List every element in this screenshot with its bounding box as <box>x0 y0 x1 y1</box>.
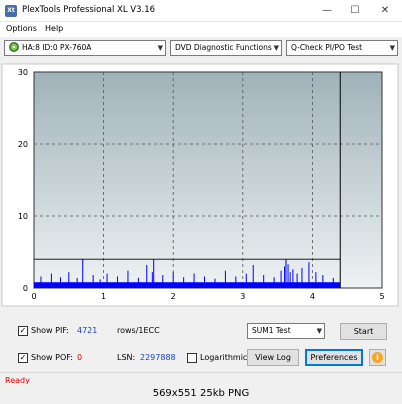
x-tick-label: 1 <box>101 292 106 301</box>
show-pif-label: Show PIF: <box>31 326 69 335</box>
plot-background <box>33 71 383 289</box>
pof-value: 0 <box>77 353 83 362</box>
close-button[interactable]: ✕ <box>370 0 400 22</box>
title-bar: Xt PlexTools Professional XL V3.16 — ☐ ✕ <box>0 0 402 22</box>
x-tick-label: 3 <box>240 292 245 301</box>
minimize-button[interactable]: — <box>312 0 342 22</box>
window-title: PlexTools Professional XL V3.16 <box>22 5 156 15</box>
pif-baseline-band <box>34 282 341 288</box>
image-caption: 569x551 25kb PNG <box>0 384 402 404</box>
show-pif-checkbox[interactable]: ✓ <box>18 326 28 336</box>
chevron-down-icon: ▼ <box>273 44 279 52</box>
lsn-value: 2297888 <box>140 353 176 362</box>
x-tick-label: 5 <box>379 292 384 301</box>
show-pof-checkbox[interactable]: ✓ <box>18 353 28 363</box>
rows-label: rows/1ECC <box>117 326 160 335</box>
info-button[interactable]: i <box>369 349 386 366</box>
y-tick-label: 0 <box>23 284 28 293</box>
test-select-value: Q-Check PI/PO Test <box>291 43 363 52</box>
menu-bar: Options Help <box>0 22 402 37</box>
maximize-button[interactable]: ☐ <box>340 0 370 22</box>
function-select-value: DVD Diagnostic Functions <box>175 43 272 52</box>
logarithmic-label: Logarithmic <box>200 353 248 362</box>
preferences-button[interactable]: Preferences <box>305 349 363 366</box>
sum-test-select[interactable]: SUM1 Test ▼ <box>247 323 325 339</box>
app-icon: Xt <box>5 5 17 17</box>
menu-options[interactable]: Options <box>6 24 37 33</box>
control-panel: ✓ Show PIF: 4721 rows/1ECC ✓ Show POF: 0… <box>0 309 402 372</box>
drive-select[interactable]: HA:8 ID:0 PX-760A ▼ <box>4 40 166 56</box>
show-pof-label: Show POF: <box>31 353 73 362</box>
sum-test-value: SUM1 Test <box>252 326 291 335</box>
info-icon: i <box>372 352 383 363</box>
y-tick-label: 20 <box>18 140 28 149</box>
lsn-label: LSN: <box>117 353 136 362</box>
pi-po-chart: 0 1 2 3 4 5 0 10 20 30 <box>1 63 399 307</box>
chevron-down-icon: ▼ <box>157 44 163 52</box>
x-tick-label: 0 <box>31 292 36 301</box>
x-tick-label: 4 <box>310 292 315 301</box>
y-tick-label: 10 <box>18 212 28 221</box>
start-button[interactable]: Start <box>340 323 387 340</box>
function-select[interactable]: DVD Diagnostic Functions ▼ <box>170 40 282 56</box>
toolbar: HA:8 ID:0 PX-760A ▼ DVD Diagnostic Funct… <box>0 37 402 59</box>
y-tick-label: 30 <box>18 68 28 77</box>
pif-value: 4721 <box>77 326 98 335</box>
x-tick-label: 2 <box>171 292 176 301</box>
menu-help[interactable]: Help <box>45 24 63 33</box>
view-log-button[interactable]: View Log <box>247 349 299 366</box>
logarithmic-checkbox[interactable] <box>187 353 197 363</box>
chevron-down-icon: ▼ <box>389 44 395 52</box>
drive-select-value: HA:8 ID:0 PX-760A <box>22 43 92 52</box>
test-select[interactable]: Q-Check PI/PO Test ▼ <box>286 40 398 56</box>
chart-area: 0 1 2 3 4 5 0 10 20 30 <box>0 59 402 309</box>
chevron-down-icon: ▼ <box>316 327 322 335</box>
disc-drive-icon <box>9 42 19 52</box>
